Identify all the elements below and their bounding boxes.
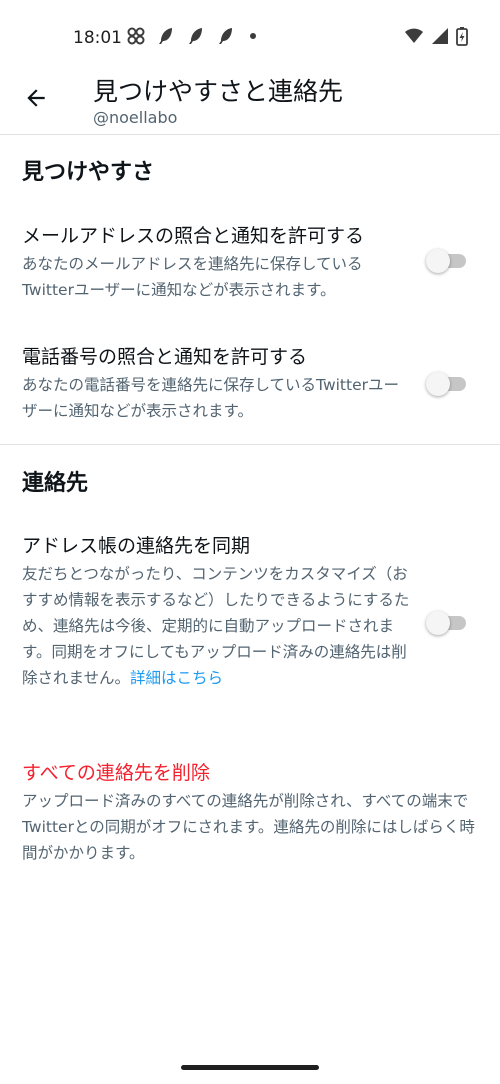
toggle-thumb xyxy=(426,611,450,635)
email-match-label: メールアドレスの照合と通知を許可する xyxy=(22,225,365,247)
delete-all-contacts-button[interactable]: すべての連絡先を削除 xyxy=(22,760,478,786)
back-arrow-icon xyxy=(27,89,45,107)
discoverability-section-title: 見つけやすさ xyxy=(22,160,155,185)
system-icons xyxy=(404,26,468,46)
toggle-thumb xyxy=(426,249,450,273)
phone-match-label: 電話番号の照合と通知を許可する xyxy=(22,346,308,368)
learn-more-link[interactable]: 詳細はこちら xyxy=(130,669,223,687)
toggle-thumb xyxy=(426,372,450,396)
email-match-setting[interactable]: メールアドレスの照合と通知を許可する あなたのメールアドレスを連絡先に保存してい… xyxy=(22,223,412,303)
battery-charging-icon xyxy=(456,27,468,46)
feather-icon xyxy=(159,28,172,44)
email-match-description: あなたのメールアドレスを連絡先に保存しているTwitterユーザーに通知などが表… xyxy=(22,255,363,299)
back-button[interactable] xyxy=(18,80,54,116)
section-divider xyxy=(0,444,500,445)
page-subtitle: @noellabo xyxy=(93,108,178,127)
phone-match-description: あなたの電話番号を連絡先に保存しているTwitterユーザーに通知などが表示され… xyxy=(22,376,399,420)
phone-match-toggle[interactable] xyxy=(426,372,466,396)
sync-contacts-label: アドレス帳の連絡先を同期 xyxy=(22,535,251,557)
page-title: 見つけやすさと連絡先 xyxy=(93,77,344,106)
delete-contacts-description: アップロード済みのすべての連絡先が削除され、すべての端末でTwitterとの同期… xyxy=(22,792,475,862)
dot-icon xyxy=(250,33,256,39)
sync-contacts-description: 友だちとつながったり、コンテンツをカスタマイズ（おすすめ情報を表示するなど）した… xyxy=(22,561,412,691)
wifi-icon xyxy=(405,28,423,43)
header-divider xyxy=(0,134,500,135)
sync-contacts-setting[interactable]: アドレス帳の連絡先を同期 友だちとつながったり、コンテンツをカスタマイズ（おすす… xyxy=(22,533,412,691)
header: 見つけやすさと連絡先 @noellabo xyxy=(0,66,500,134)
delete-contacts-setting[interactable]: すべての連絡先を削除 アップロード済みのすべての連絡先が削除され、すべての端末で… xyxy=(22,760,478,866)
sync-contacts-toggle[interactable] xyxy=(426,611,466,635)
contacts-section-title: 連絡先 xyxy=(22,471,89,496)
feather-icon xyxy=(219,28,232,44)
screen: 18:01 見つけやすさと連絡先 @noellabo 見つけやすさ メールアドレ… xyxy=(0,0,500,1084)
phone-match-setting[interactable]: 電話番号の照合と通知を許可する あなたの電話番号を連絡先に保存しているTwitt… xyxy=(22,344,412,424)
status-time: 18:01 xyxy=(73,28,122,48)
email-match-toggle[interactable] xyxy=(426,249,466,273)
notification-icons xyxy=(126,26,256,46)
pinwheel-icon xyxy=(127,27,145,45)
signal-icon xyxy=(432,28,448,44)
feather-icon xyxy=(189,28,202,44)
gesture-nav-handle[interactable] xyxy=(181,1065,319,1070)
